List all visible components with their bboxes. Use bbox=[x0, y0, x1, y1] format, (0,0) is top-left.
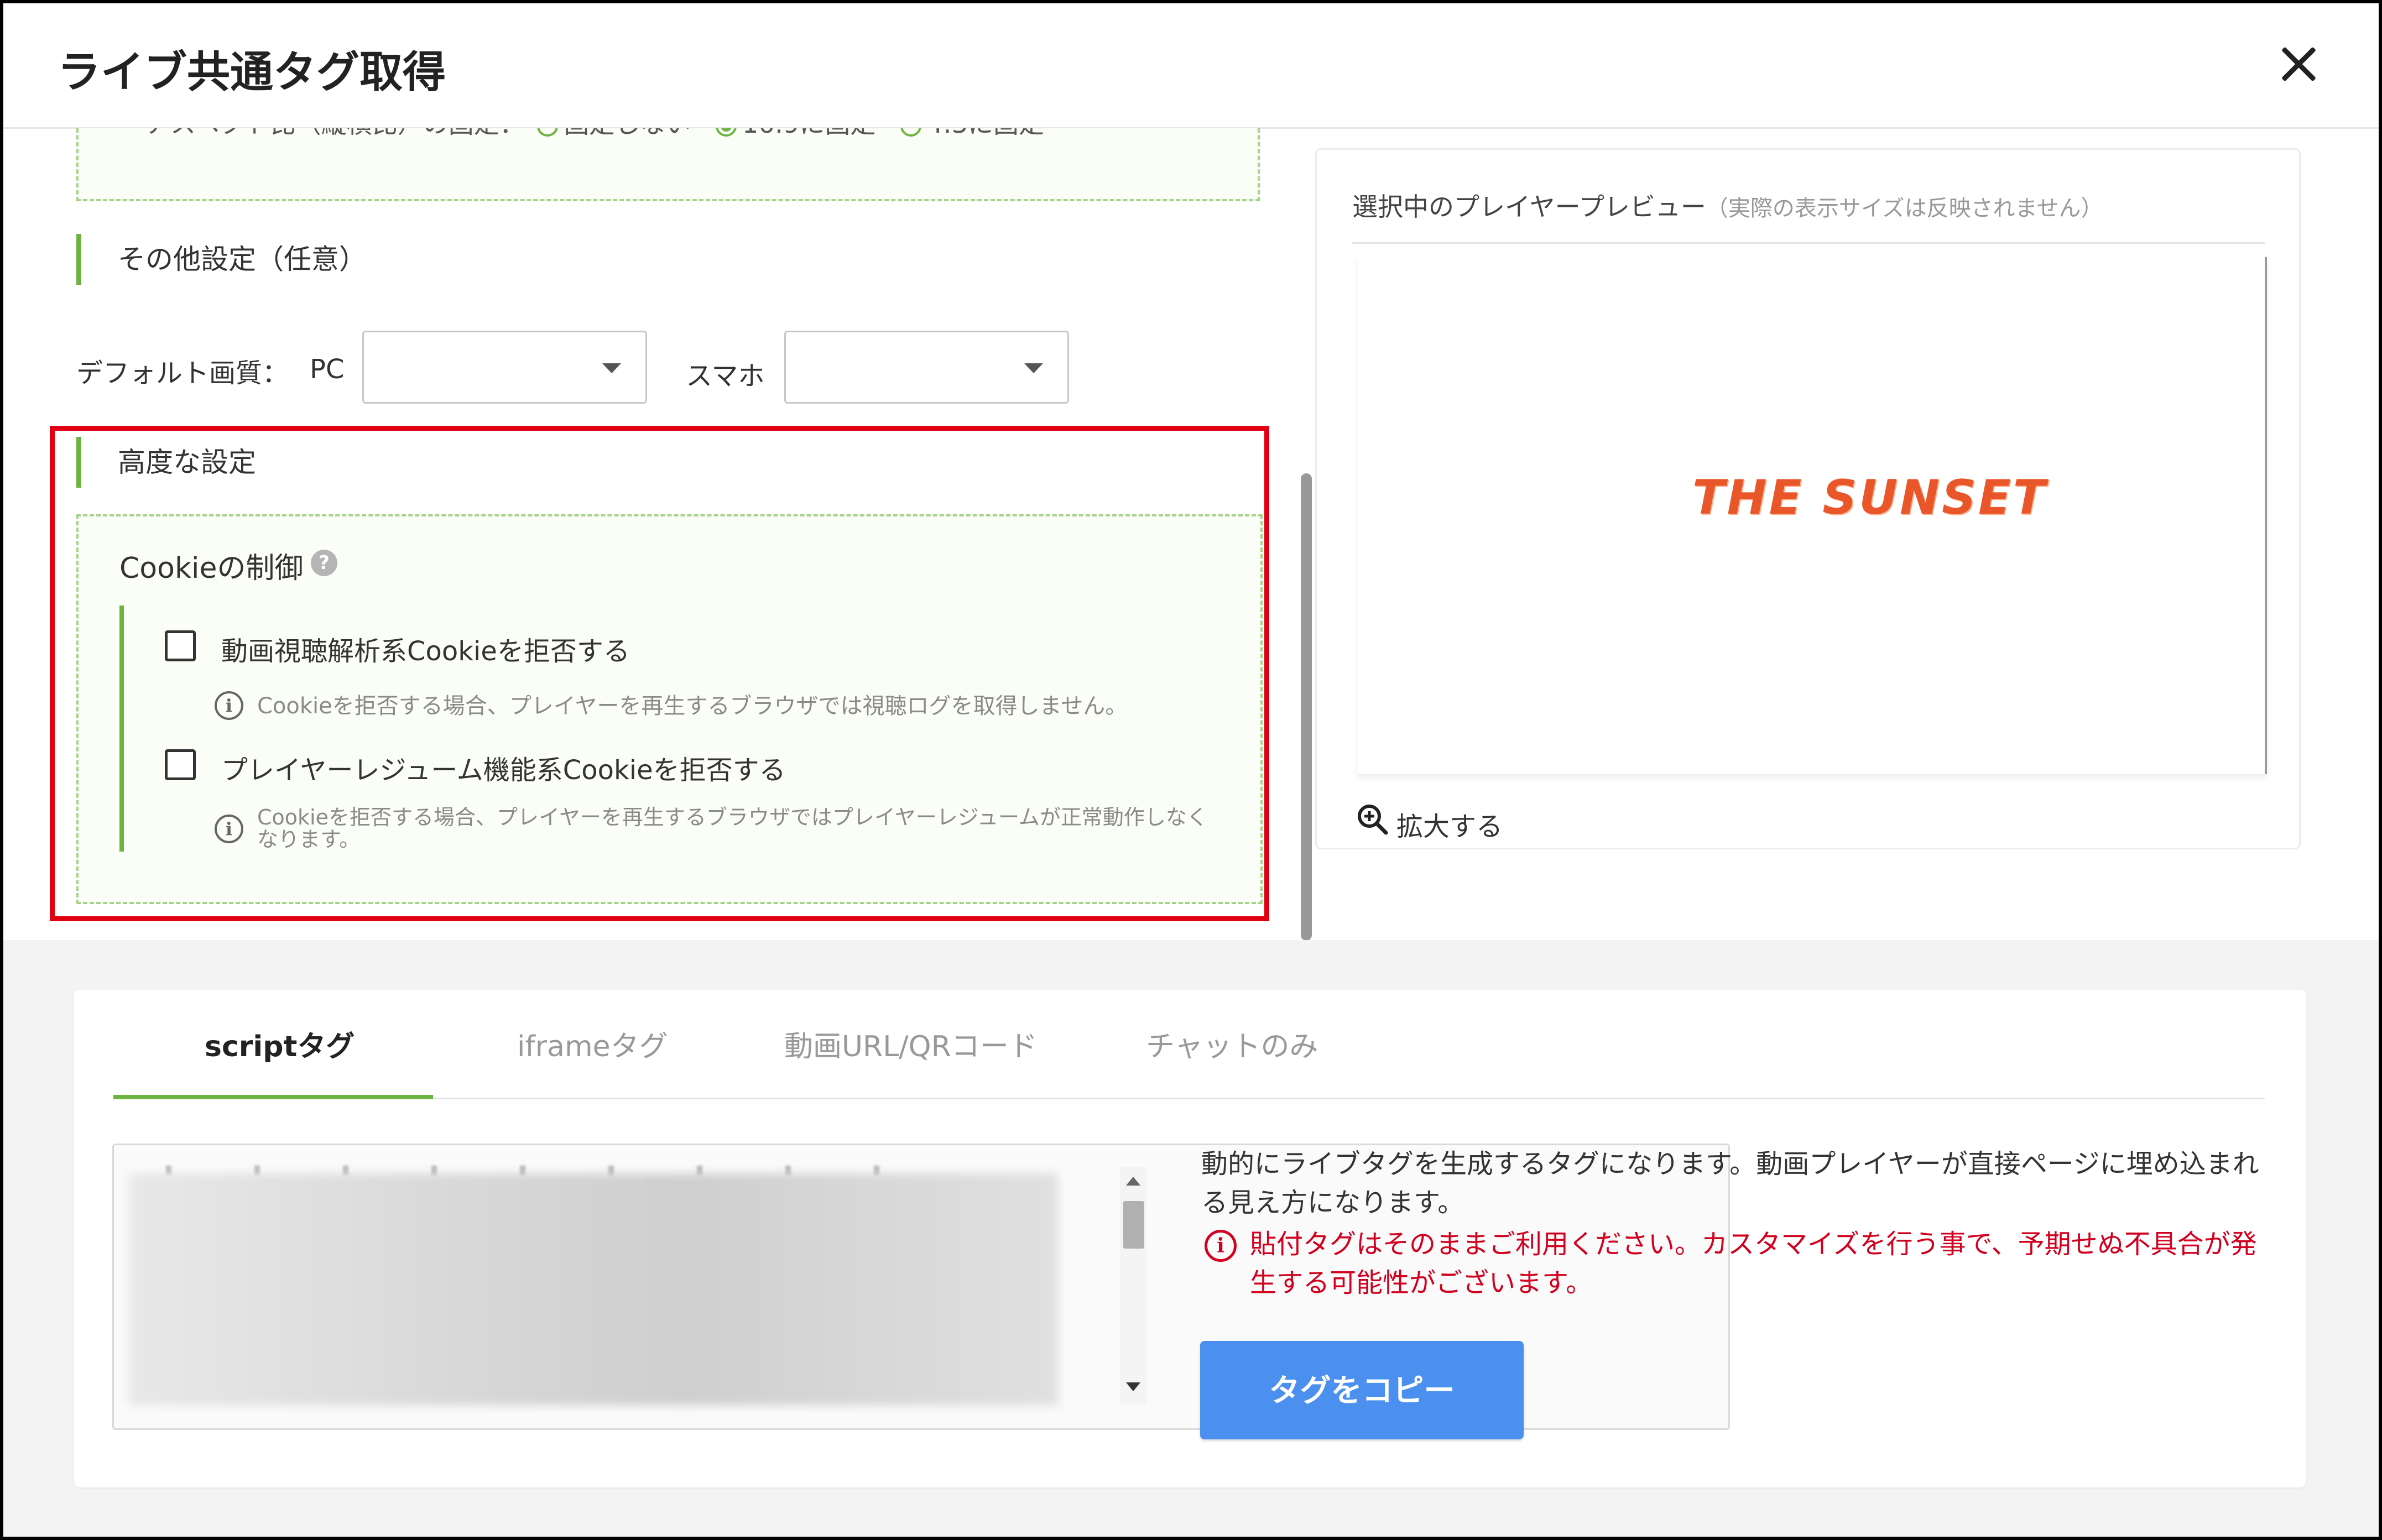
warning-icon: i bbox=[1205, 1230, 1237, 1262]
radio-selected-icon[interactable] bbox=[716, 128, 737, 137]
smartphone-label: スマホ bbox=[686, 361, 765, 391]
player-logo: THE SUNSET bbox=[1692, 470, 2048, 525]
help-icon[interactable]: ? bbox=[311, 550, 337, 576]
preview-divider bbox=[1352, 242, 2265, 244]
blurred-code bbox=[129, 1173, 1058, 1406]
pc-quality-select[interactable] bbox=[362, 331, 647, 404]
reject-resume-cookie-checkbox[interactable] bbox=[165, 749, 196, 780]
reject-analytics-cookie-label[interactable]: 動画視聴解析系Cookieを拒否する bbox=[221, 629, 630, 668]
tab-video-url-qr[interactable]: 動画URL/QRコード bbox=[784, 1023, 1038, 1064]
reject-analytics-cookie-checkbox[interactable] bbox=[165, 630, 196, 661]
tab-iframe[interactable]: iframeタグ bbox=[517, 1023, 668, 1064]
aspect-ratio-box: アスペクト比（縦横比）の固定： 固定しない 16:9に固定 4:3に固定 bbox=[76, 128, 1260, 201]
tab-script[interactable]: scriptタグ bbox=[205, 1023, 355, 1064]
scroll-thumb[interactable] bbox=[1123, 1201, 1144, 1249]
reject-resume-cookie-label[interactable]: プレイヤーレジューム機能系Cookieを拒否する bbox=[221, 748, 786, 787]
radio-icon[interactable] bbox=[900, 128, 921, 137]
radio-label-4-3: 4:3に固定 bbox=[927, 128, 1044, 139]
info-icon: i bbox=[215, 815, 243, 843]
zoom-in-icon[interactable] bbox=[1356, 803, 1388, 835]
radio-label-none: 固定しない bbox=[564, 128, 691, 139]
preview-title-text: 選択中のプレイヤープレビュー bbox=[1352, 192, 1706, 222]
scroll-down-icon[interactable] bbox=[1126, 1382, 1140, 1391]
pc-label: PC bbox=[310, 354, 345, 385]
caret-down-icon bbox=[1024, 363, 1043, 373]
tag-description: 動的にライブタグを生成するタグになります。動画プレイヤーが直接ページに埋め込まれ… bbox=[1201, 1149, 2259, 1218]
default-quality-label: デフォルト画質： bbox=[76, 358, 289, 389]
tab-chat-only[interactable]: チャットのみ bbox=[1146, 1023, 1318, 1064]
radio-icon[interactable] bbox=[537, 128, 559, 137]
other-settings-heading: その他設定（任意） bbox=[76, 234, 367, 285]
active-tab-indicator bbox=[113, 1095, 433, 1099]
zoom-link[interactable]: 拡大する bbox=[1396, 805, 1503, 843]
radio-label-16-9: 16:9に固定 bbox=[742, 128, 875, 139]
preview-title: 選択中のプレイヤープレビュー（実際の表示サイズは反映されません） bbox=[1352, 187, 2103, 223]
settings-scrollbar[interactable] bbox=[1301, 473, 1312, 941]
cookie-control-title: Cookieの制御 bbox=[119, 552, 304, 585]
scroll-up-icon[interactable] bbox=[1126, 1177, 1140, 1186]
copy-tag-button[interactable]: タグをコピー bbox=[1200, 1341, 1524, 1439]
tabs-divider bbox=[113, 1098, 2265, 1099]
option-group-bar bbox=[119, 605, 124, 852]
resume-cookie-note: Cookieを拒否する場合、プレイヤーを再生するブラウザではプレイヤーレジューム… bbox=[257, 805, 1208, 852]
sp-quality-select[interactable] bbox=[784, 331, 1069, 404]
caret-down-icon bbox=[602, 363, 621, 373]
tag-warning: 貼付タグはそのままご利用ください。カスタマイズを行う事で、予期せぬ不具合が発生す… bbox=[1250, 1229, 2257, 1298]
preview-subtitle: （実際の表示サイズは反映されません） bbox=[1706, 196, 2103, 221]
info-icon: i bbox=[215, 691, 243, 720]
advanced-settings-heading: 高度な設定 bbox=[76, 437, 256, 488]
dialog-title: ライブ共通タグ取得 bbox=[58, 48, 446, 97]
close-icon[interactable] bbox=[2279, 44, 2318, 84]
aspect-ratio-label: アスペクト比（縦横比）の固定： bbox=[145, 128, 525, 139]
aspect-ratio-row: アスペクト比（縦横比）の固定： 固定しない 16:9に固定 4:3に固定 bbox=[145, 128, 1044, 140]
analytics-cookie-note: Cookieを拒否する場合、プレイヤーを再生するブラウザでは視聴ログを取得しませ… bbox=[257, 693, 1128, 719]
